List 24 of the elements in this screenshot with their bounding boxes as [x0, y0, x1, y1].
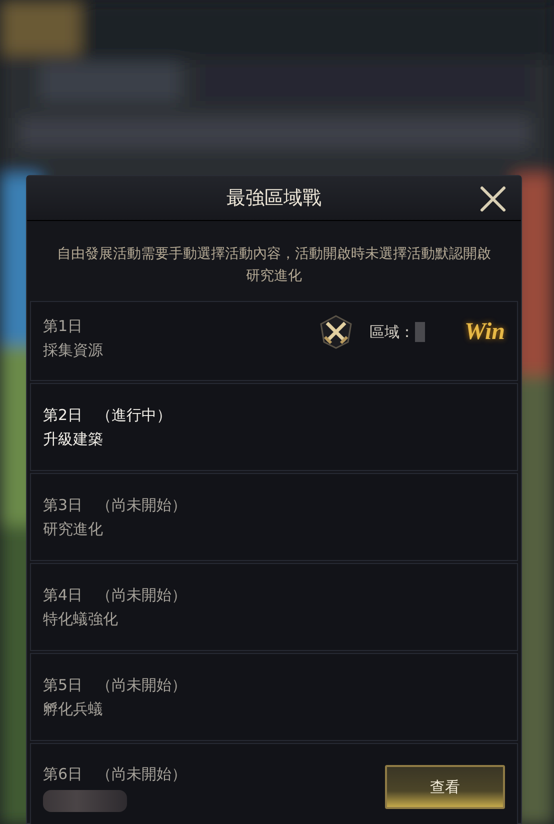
activity-label: 孵化兵蟻	[43, 699, 104, 720]
status-text: （尚未開始）	[96, 764, 187, 785]
pixelated-block	[414, 322, 425, 342]
close-button[interactable]	[479, 185, 507, 213]
status-text: （尚未開始）	[96, 675, 187, 696]
win-text: Win	[464, 318, 505, 347]
activity-label: 升級建築	[43, 429, 104, 450]
dialog-title: 最強區域戰	[226, 186, 322, 211]
status-text: （尚未開始）	[96, 585, 187, 606]
activity-label: 採集資源	[43, 340, 104, 361]
day-label: 第5日	[43, 675, 83, 696]
region-label: 區域：	[370, 322, 415, 343]
crossed-swords-icon	[318, 314, 354, 350]
view-button[interactable]: 查看	[385, 765, 505, 809]
status-text: （進行中）	[96, 405, 172, 426]
activity-label: 研究進化	[43, 519, 104, 540]
day-label: 第1日	[43, 316, 83, 337]
activity-label: 特化蟻強化	[43, 609, 119, 630]
description-text: 自由發展活動需要手動選擇活動內容，活動開啟時未選擇活動默認開啟研究進化	[56, 245, 492, 286]
day-label: 第4日	[43, 585, 83, 606]
day-label: 第2日	[43, 405, 83, 426]
status-text: （尚未開始）	[96, 495, 187, 516]
day-label: 第6日	[43, 764, 83, 785]
day-label: 第3日	[43, 495, 83, 516]
